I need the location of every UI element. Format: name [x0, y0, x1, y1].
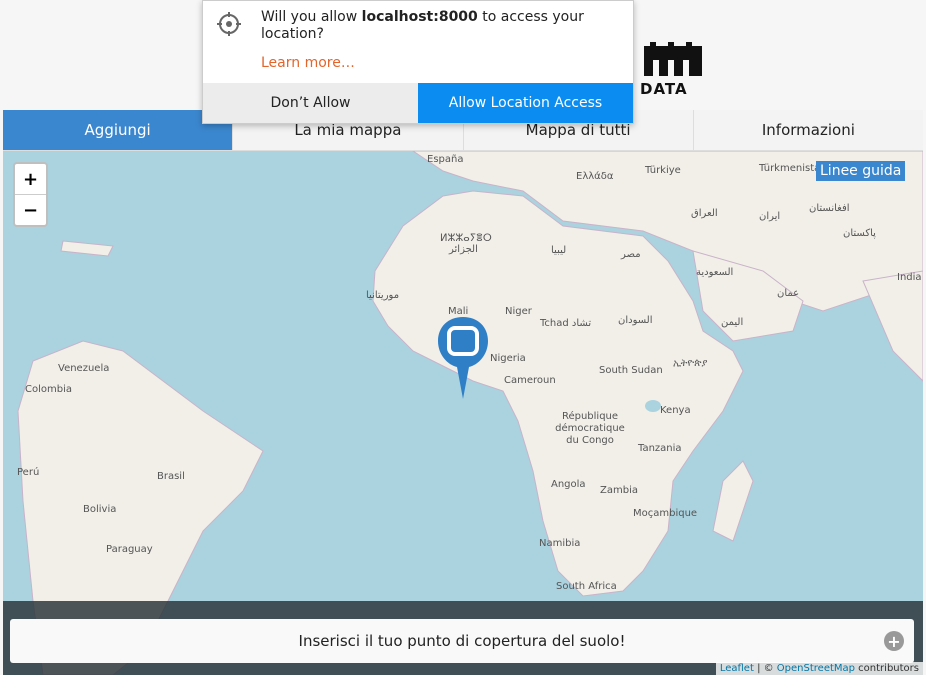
location-permission-popup: Will you allow localhost:8000 to access …: [202, 0, 634, 124]
leaflet-link[interactable]: Leaflet: [720, 663, 754, 674]
map-label: Paraguay: [106, 544, 153, 555]
map-label: South Sudan: [599, 365, 663, 376]
map-label: Namibia: [539, 538, 581, 549]
map-label: South Africa: [556, 581, 617, 592]
map-label: پاکستان: [843, 228, 876, 239]
zoom-control: + −: [13, 162, 48, 227]
map-label: Zambia: [600, 485, 638, 496]
map-label: افغانستان: [809, 203, 850, 214]
popup-host: localhost:8000: [361, 9, 478, 25]
map-label: ليبيا: [551, 245, 567, 256]
map-label: Tanzania: [638, 443, 682, 454]
map-label: العراق: [691, 208, 718, 219]
plus-circle-icon: +: [884, 631, 904, 651]
map-attribution: Leaflet | © OpenStreetMap contributors: [715, 662, 923, 675]
map-label: Brasil: [157, 471, 185, 482]
osm-link[interactable]: OpenStreetMap: [777, 663, 855, 674]
location-crosshair-icon: [217, 12, 241, 36]
map-label: موريتانيا: [366, 290, 400, 301]
map-label: اليمن: [721, 317, 744, 328]
map-label: Niger: [505, 306, 532, 317]
map-label: مصر: [621, 249, 641, 260]
popup-message-pre: Will you allow: [261, 9, 362, 25]
attribution-separator: | ©: [753, 663, 777, 674]
map-label: ኢትዮጵያ: [673, 358, 708, 369]
map-marker-icon[interactable]: [436, 315, 490, 401]
guide-button[interactable]: Linee guida: [816, 161, 906, 181]
map-label: Venezuela: [58, 363, 110, 374]
zoom-out-button[interactable]: −: [15, 195, 46, 225]
map-label: Nigeria: [490, 353, 526, 364]
map-label: Tchad تشاد: [540, 318, 592, 329]
map-label: Kenya: [660, 405, 691, 416]
map-label: ⵍⵣⵣⴰⵢⴻⵔ: [440, 233, 492, 244]
map[interactable]: España Ελλάδα Türkiye Türkmenistan العرا…: [3, 151, 923, 675]
popup-buttons: Don’t Allow Allow Location Access: [203, 83, 633, 123]
popup-message: Will you allow localhost:8000 to access …: [261, 9, 611, 43]
tab-informazioni[interactable]: Informazioni: [694, 110, 923, 150]
map-label: الجزائر: [449, 244, 478, 255]
map-label: Bolivia: [83, 504, 117, 515]
allow-location-button[interactable]: Allow Location Access: [418, 83, 633, 123]
attribution-suffix: contributors: [855, 663, 919, 674]
map-label: عمان: [777, 288, 800, 299]
tab-aggiungi[interactable]: Aggiungi: [3, 110, 234, 150]
dont-allow-button[interactable]: Don’t Allow: [203, 83, 418, 123]
add-point-button[interactable]: Inserisci il tuo punto di copertura del …: [10, 619, 914, 663]
logo-text: DATA: [640, 80, 688, 98]
map-label: India: [897, 272, 922, 283]
learn-more-link[interactable]: Learn more…: [261, 55, 355, 71]
map-label: Colombia: [25, 384, 72, 395]
map-label: Perú: [17, 467, 40, 478]
add-point-label: Inserisci il tuo punto di copertura del …: [298, 632, 626, 650]
map-label: السعودية: [696, 267, 734, 278]
map-label: ایران: [759, 211, 781, 222]
map-label: Angola: [551, 479, 586, 490]
map-label: Moçambique: [633, 508, 698, 519]
zoom-in-button[interactable]: +: [15, 164, 46, 195]
map-label: España: [427, 154, 464, 165]
map-land: [17, 151, 923, 675]
map-label: Ελλάδα: [576, 171, 614, 182]
map-label: République démocratique du Congo: [555, 411, 625, 446]
map-label: السودان: [618, 315, 653, 326]
map-label: Cameroun: [504, 375, 556, 386]
map-label: Türkiye: [645, 165, 681, 176]
